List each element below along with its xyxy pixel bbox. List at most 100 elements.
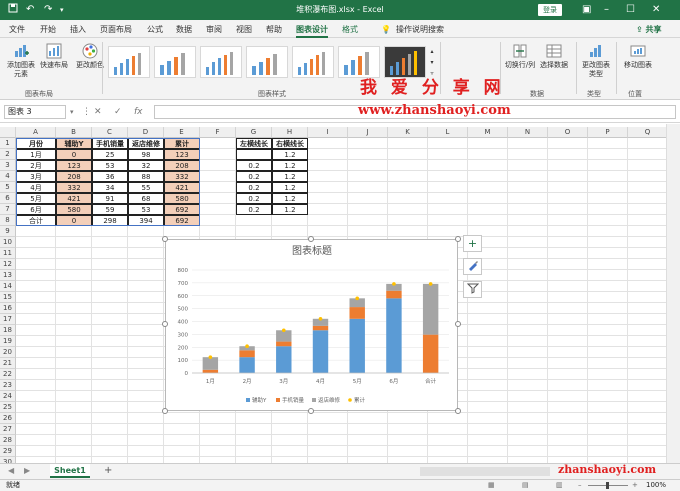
data-cell[interactable]: 0.2 <box>236 204 272 215</box>
cell[interactable] <box>548 204 588 215</box>
cell[interactable] <box>236 435 272 446</box>
cell[interactable] <box>428 215 468 226</box>
cell[interactable] <box>16 336 56 347</box>
cell[interactable] <box>628 435 666 446</box>
cell[interactable] <box>628 182 666 193</box>
cell[interactable] <box>348 424 388 435</box>
cell[interactable] <box>92 336 128 347</box>
cell[interactable] <box>164 435 200 446</box>
cell[interactable] <box>388 424 428 435</box>
cell[interactable] <box>428 435 468 446</box>
zoom-slider-thumb[interactable] <box>606 482 609 489</box>
cell[interactable] <box>56 358 92 369</box>
cell[interactable] <box>428 446 468 457</box>
cancel-icon[interactable]: ✕ <box>94 106 102 118</box>
cell[interactable] <box>92 259 128 270</box>
cell[interactable] <box>508 325 548 336</box>
cell[interactable] <box>128 402 164 413</box>
cell[interactable] <box>388 435 428 446</box>
cell[interactable] <box>272 435 308 446</box>
column-header[interactable]: G <box>236 127 272 138</box>
enter-icon[interactable]: ✓ <box>114 106 122 118</box>
cell[interactable] <box>588 435 628 446</box>
cell[interactable] <box>468 446 508 457</box>
data-cell[interactable]: 0.2 <box>236 193 272 204</box>
cell[interactable] <box>200 413 236 424</box>
data-cell[interactable]: 月份 <box>16 138 56 149</box>
cell[interactable] <box>468 380 508 391</box>
row-header[interactable]: 22 <box>0 369 16 380</box>
cell[interactable] <box>92 347 128 358</box>
cell[interactable] <box>308 424 348 435</box>
cell[interactable] <box>16 281 56 292</box>
cell[interactable] <box>388 226 428 237</box>
sheet-tab-sheet1[interactable]: Sheet1 <box>50 464 90 478</box>
data-cell[interactable]: 5月 <box>16 193 56 204</box>
resize-handle[interactable] <box>162 408 168 414</box>
row-header[interactable]: 11 <box>0 248 16 259</box>
cell[interactable] <box>548 358 588 369</box>
cell[interactable] <box>128 336 164 347</box>
cell[interactable] <box>548 413 588 424</box>
cell[interactable] <box>508 380 548 391</box>
cell[interactable] <box>628 292 666 303</box>
cell[interactable] <box>128 369 164 380</box>
cell[interactable] <box>92 391 128 402</box>
cell[interactable] <box>388 138 428 149</box>
cell[interactable] <box>200 160 236 171</box>
select-data-button[interactable]: 选择数据 <box>538 43 570 70</box>
cell[interactable] <box>308 193 348 204</box>
cell[interactable] <box>308 138 348 149</box>
tab-review[interactable]: 审阅 <box>206 24 222 35</box>
data-cell[interactable]: 421 <box>164 182 200 193</box>
row-header[interactable]: 16 <box>0 303 16 314</box>
data-cell[interactable]: 580 <box>164 193 200 204</box>
cell[interactable] <box>548 270 588 281</box>
cell[interactable] <box>588 380 628 391</box>
cell[interactable] <box>200 226 236 237</box>
cell[interactable] <box>508 259 548 270</box>
cell[interactable] <box>308 413 348 424</box>
cell[interactable] <box>200 193 236 204</box>
column-header[interactable]: I <box>308 127 348 138</box>
cell[interactable] <box>428 424 468 435</box>
cell[interactable] <box>468 171 508 182</box>
cell[interactable] <box>92 314 128 325</box>
cell[interactable] <box>468 391 508 402</box>
cell[interactable] <box>128 358 164 369</box>
cell[interactable] <box>628 138 666 149</box>
minimize-icon[interactable]: – <box>604 3 609 17</box>
cell[interactable] <box>56 424 92 435</box>
row-header[interactable]: 17 <box>0 314 16 325</box>
chart-style-thumbnail[interactable] <box>292 46 334 78</box>
cell[interactable] <box>628 358 666 369</box>
cell[interactable] <box>508 292 548 303</box>
data-cell[interactable]: 累计 <box>164 138 200 149</box>
data-cell[interactable] <box>236 149 272 160</box>
data-cell[interactable]: 0.2 <box>236 160 272 171</box>
cell[interactable] <box>468 314 508 325</box>
cell[interactable] <box>16 391 56 402</box>
cell[interactable] <box>588 314 628 325</box>
cell[interactable] <box>468 193 508 204</box>
resize-handle[interactable] <box>455 321 461 327</box>
cell[interactable] <box>508 314 548 325</box>
cell[interactable] <box>56 446 92 457</box>
cell[interactable] <box>16 325 56 336</box>
cell[interactable] <box>628 413 666 424</box>
cell[interactable] <box>56 314 92 325</box>
cell[interactable] <box>164 413 200 424</box>
cell[interactable] <box>548 292 588 303</box>
cell[interactable] <box>56 435 92 446</box>
login-button[interactable]: 登录 <box>538 4 562 16</box>
cell[interactable] <box>272 413 308 424</box>
column-header[interactable]: F <box>200 127 236 138</box>
tab-data[interactable]: 数据 <box>176 24 192 35</box>
cell[interactable] <box>128 325 164 336</box>
cell[interactable] <box>128 347 164 358</box>
cell[interactable] <box>548 314 588 325</box>
resize-handle[interactable] <box>162 321 168 327</box>
row-header[interactable]: 4 <box>0 171 16 182</box>
cell[interactable] <box>628 204 666 215</box>
data-cell[interactable]: 55 <box>128 182 164 193</box>
